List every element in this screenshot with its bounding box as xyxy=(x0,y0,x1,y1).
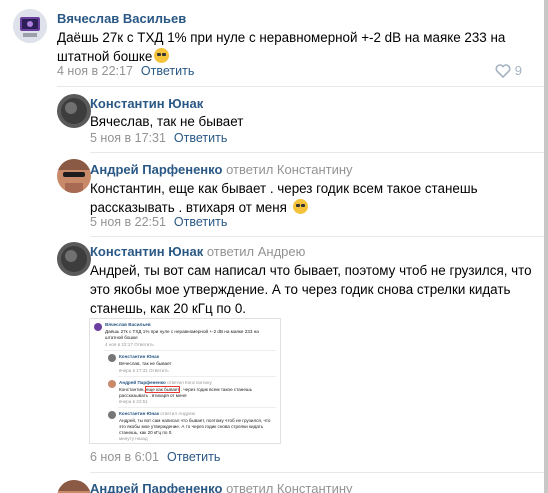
scrollbar-thumb[interactable] xyxy=(544,0,548,493)
comment-text: Константин, еще как бывает . через годик… xyxy=(90,179,478,217)
avatar-image xyxy=(57,242,91,276)
embedded-divider xyxy=(118,407,276,408)
comment-text: Вячеслав, так не бывает xyxy=(90,112,243,131)
comment-2: Константин Юнак Вячеслав, так не бывает … xyxy=(0,86,548,148)
reply-button[interactable]: Ответить xyxy=(167,450,220,464)
avatar[interactable] xyxy=(57,242,91,276)
comment-meta: 5 ноя в 22:51 Ответить xyxy=(90,215,227,229)
avatar[interactable] xyxy=(13,9,47,43)
laughing-emoji-icon xyxy=(292,199,308,214)
avatar-image xyxy=(57,94,91,128)
comment-date[interactable]: 6 ноя в 6:01 xyxy=(90,450,159,464)
heart-icon xyxy=(495,63,511,78)
comment-text-line: Вячеслав, так не бывает xyxy=(90,114,244,129)
comment-text-line: это якобы мое утверждение. А то через го… xyxy=(90,282,511,297)
reply-to-label[interactable]: ответил Андрею xyxy=(207,244,306,259)
embedded-avatar xyxy=(108,411,116,419)
embedded-meta: 4 ноя в 22:17 Ответить xyxy=(105,342,154,347)
comment-author[interactable]: Андрей Парфененко ответил Константину xyxy=(90,162,353,177)
comment-3: Андрей Парфененко ответил Константину Ко… xyxy=(0,152,548,234)
embedded-text: штатной бошке xyxy=(105,335,138,340)
comment-date[interactable]: 5 ноя в 17:31 xyxy=(90,131,166,145)
comment-author[interactable]: Константин Юнак xyxy=(90,96,203,111)
embedded-divider xyxy=(118,376,276,377)
scrollbar[interactable] xyxy=(544,0,548,493)
embedded-author: Константин Юнак ответил Андрею xyxy=(119,411,196,416)
embedded-author: Вячеслав Васильев xyxy=(105,322,151,327)
comment-text: Даёшь 27к с ТХД 1% при нуле с неравномер… xyxy=(57,28,505,66)
avatar-image xyxy=(13,9,47,43)
embedded-avatar xyxy=(108,354,116,362)
highlighted-phrase: еще как бывает xyxy=(144,386,181,393)
author-name[interactable]: Константин Юнак xyxy=(90,244,203,259)
avatar[interactable] xyxy=(57,94,91,128)
avatar-image xyxy=(57,159,91,193)
reply-button[interactable]: Ответить xyxy=(141,64,194,78)
comment-1: Вячеслав Васильев Даёшь 27к с ТХД 1% при… xyxy=(0,0,548,86)
like-button[interactable]: 9 xyxy=(495,63,522,78)
comment-author[interactable]: Андрей Парфененко ответил Константину xyxy=(90,481,353,493)
comment-meta: 5 ноя в 17:31 Ответить xyxy=(90,131,227,145)
author-name[interactable]: Андрей Парфененко xyxy=(90,481,222,493)
embedded-meta: вчера в 22:51 xyxy=(119,399,148,404)
embedded-divider xyxy=(104,350,276,351)
embedded-author: Константин Юнак xyxy=(119,354,160,359)
comment-text-line: Андрей, ты вот сам написал что бывает, п… xyxy=(90,263,532,278)
embedded-meta: вчера в 17:31 Ответить xyxy=(119,368,169,373)
attached-screenshot[interactable]: Вячеслав Васильев Даёшь 27к с ТХД 1% при… xyxy=(89,318,281,444)
avatar-image xyxy=(57,480,91,493)
like-count: 9 xyxy=(514,63,522,78)
embedded-meta: минуту назад xyxy=(119,436,148,441)
comment-author[interactable]: Константин Юнак ответил Андрею xyxy=(90,244,305,259)
embedded-avatar xyxy=(108,380,116,388)
author-name[interactable]: Андрей Парфененко xyxy=(90,162,222,177)
reply-button[interactable]: Ответить xyxy=(174,215,227,229)
comment-text: Андрей, ты вот сам написал что бывает, п… xyxy=(90,261,532,318)
comment-meta: 4 ноя в 22:17 Ответить xyxy=(57,64,194,78)
reply-to-label[interactable]: ответил Константину xyxy=(226,162,352,177)
embedded-text: Вячеслав, так не бывает xyxy=(119,361,172,366)
comment-text-line: станешь, как 20 кГц по 0. xyxy=(90,301,247,316)
comment-text-line: Даёшь 27к с ТХД 1% при нуле с неравномер… xyxy=(57,30,506,45)
avatar[interactable] xyxy=(57,159,91,193)
nerd-emoji-icon xyxy=(154,48,170,63)
comment-5: Андрей Парфененко ответил Константину xyxy=(0,472,548,493)
comment-meta: 6 ноя в 6:01 Ответить xyxy=(90,450,220,464)
comment-date[interactable]: 4 ноя в 22:17 xyxy=(57,64,133,78)
reply-to-label[interactable]: ответил Константину xyxy=(226,481,352,493)
avatar[interactable] xyxy=(57,480,91,493)
embedded-author: Андрей Парфененко ответил Константину xyxy=(119,380,212,385)
embedded-avatar xyxy=(94,323,102,331)
comment-text-line: Константин, еще как бывает . через годик… xyxy=(90,181,478,196)
reply-button[interactable]: Ответить xyxy=(174,131,227,145)
comment-date[interactable]: 5 ноя в 22:51 xyxy=(90,215,166,229)
comment-author[interactable]: Вячеслав Васильев xyxy=(57,11,186,26)
